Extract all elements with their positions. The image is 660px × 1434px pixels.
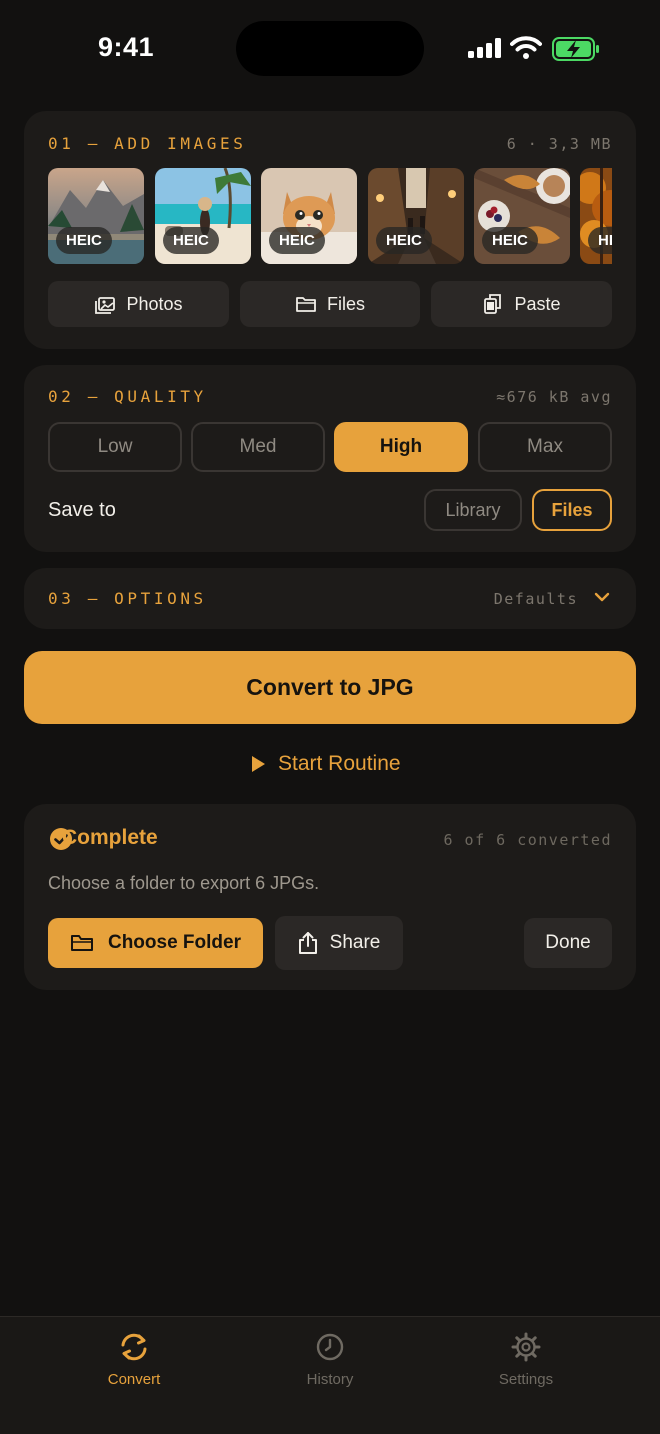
quality-low-button[interactable]: Low xyxy=(48,422,182,472)
quality-max-button[interactable]: Max xyxy=(478,422,612,472)
clock-icon xyxy=(316,1333,344,1361)
options-meta: Defaults xyxy=(493,590,578,608)
add-images-card: 01 — ADD IMAGES 6 · 3,3 MB HEIC HEIC HEI… xyxy=(24,111,636,349)
save-to-library-button[interactable]: Library xyxy=(424,489,522,531)
thumbnail-strip[interactable]: HEIC HEIC HEIC HEIC HEIC H xyxy=(48,168,612,264)
photos-icon xyxy=(95,297,116,314)
thumbnail-mountain-lake[interactable]: HEIC xyxy=(48,168,144,264)
save-to-files-button[interactable]: Files xyxy=(532,489,612,531)
status-bar: 9:41 xyxy=(0,0,660,96)
files-button-label: Files xyxy=(326,293,365,314)
files-button[interactable]: Files xyxy=(240,281,420,327)
quality-meta: ≈676 kB avg xyxy=(496,388,612,406)
thumbnail-breakfast[interactable]: HEIC xyxy=(474,168,570,264)
convert-arrows-icon xyxy=(121,1333,147,1361)
start-routine-button[interactable]: Start Routine xyxy=(250,752,401,776)
format-badge: HEIC xyxy=(482,227,538,254)
paste-button[interactable]: Paste xyxy=(431,281,612,327)
cellular-signal-icon xyxy=(468,38,501,58)
format-badge: HEIC xyxy=(588,227,612,254)
folder-icon xyxy=(296,297,316,312)
chevron-down-icon xyxy=(594,592,610,602)
thumbnail-city-street[interactable]: HEIC xyxy=(368,168,464,264)
start-routine-label: Start Routine xyxy=(278,752,401,775)
complete-title: Complete xyxy=(62,826,158,849)
tab-history[interactable]: History xyxy=(260,1331,400,1388)
share-icon xyxy=(298,932,317,954)
paste-icon xyxy=(484,294,502,314)
status-time: 9:41 xyxy=(98,32,155,62)
dynamic-island xyxy=(236,21,424,76)
tab-settings[interactable]: Settings xyxy=(456,1331,596,1388)
thumbnail-beach[interactable]: HEIC xyxy=(155,168,251,264)
format-badge: HEIC xyxy=(163,227,219,254)
quality-high-button[interactable]: High xyxy=(334,422,468,472)
format-badge: HEIC xyxy=(376,227,432,254)
share-button[interactable]: Share xyxy=(275,916,403,970)
choose-folder-label: Choose Folder xyxy=(107,932,241,953)
wifi-icon xyxy=(510,36,542,59)
tab-convert[interactable]: Convert xyxy=(64,1331,204,1388)
convert-button[interactable]: Convert to JPG xyxy=(24,651,636,724)
play-icon xyxy=(252,756,265,772)
battery-charging-icon xyxy=(552,37,599,61)
format-badge: HEIC xyxy=(56,227,112,254)
complete-message: Choose a folder to export 6 JPGs. xyxy=(48,873,320,893)
quality-card: 02 — QUALITY ≈676 kB avg Low Med High Ma… xyxy=(24,365,636,552)
complete-meta: 6 of 6 converted xyxy=(443,831,612,849)
tab-settings-label: Settings xyxy=(498,1371,554,1388)
format-badge: HEIC xyxy=(269,227,325,254)
thumbnail-kitten[interactable]: HEIC xyxy=(261,168,357,264)
tab-convert-label: Convert xyxy=(107,1371,161,1388)
tab-bar: Convert History Settings xyxy=(0,1316,660,1434)
quality-title: 02 — QUALITY xyxy=(48,387,207,406)
tab-history-label: History xyxy=(306,1371,354,1388)
thumbnail-autumn-trees[interactable]: HEIC xyxy=(580,168,612,264)
options-title: 03 — OPTIONS xyxy=(48,589,207,608)
gear-icon xyxy=(511,1332,541,1362)
folder-icon xyxy=(70,935,93,951)
share-label: Share xyxy=(329,932,381,953)
photos-button[interactable]: Photos xyxy=(48,281,229,327)
photos-button-label: Photos xyxy=(126,293,183,314)
save-to-label: Save to xyxy=(48,499,116,521)
add-images-title: 01 — ADD IMAGES xyxy=(48,134,247,153)
choose-folder-button[interactable]: Choose Folder xyxy=(48,918,263,968)
paste-button-label: Paste xyxy=(514,293,561,314)
quality-med-button[interactable]: Med xyxy=(191,422,325,472)
done-button[interactable]: Done xyxy=(524,918,612,968)
add-images-meta: 6 · 3,3 MB xyxy=(506,135,612,153)
options-card[interactable]: 03 — OPTIONS Defaults xyxy=(24,568,636,629)
